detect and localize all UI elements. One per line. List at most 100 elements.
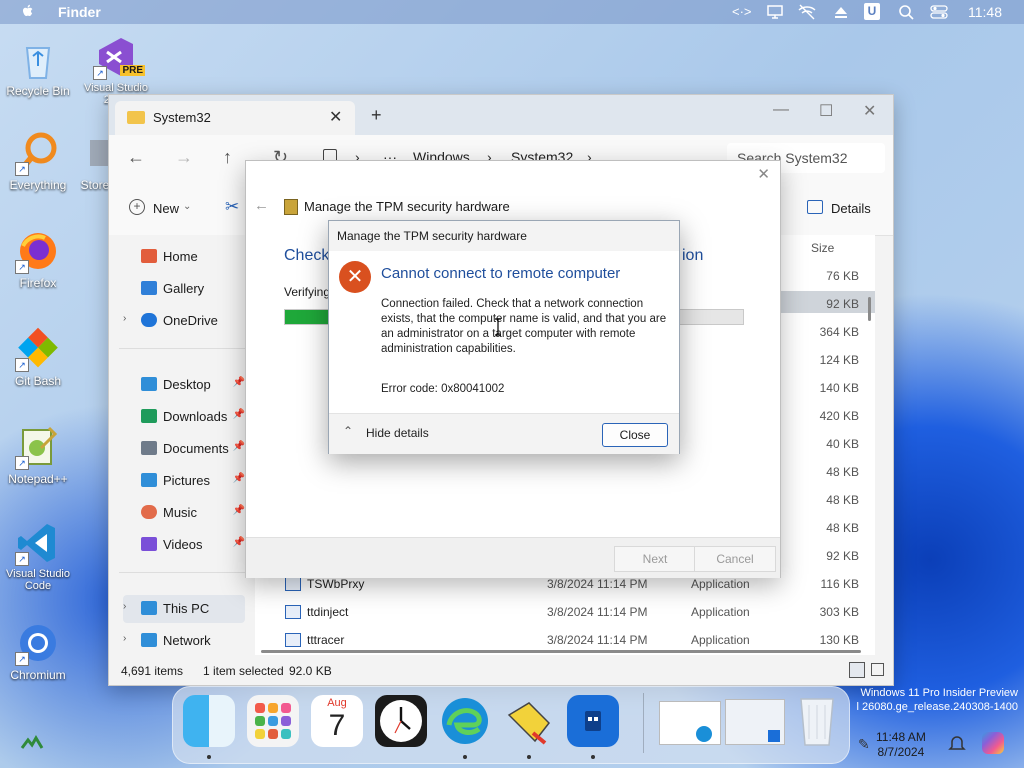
calendar-icon[interactable]: Aug 7 — [311, 695, 363, 747]
close-icon[interactable]: ✕ — [757, 165, 770, 183]
tiles-view-icon[interactable] — [871, 663, 884, 676]
application-icon — [285, 605, 301, 619]
menu-bar-clock[interactable]: 11:48 — [968, 4, 1002, 20]
sidebar-item-gallery[interactable]: Gallery — [123, 275, 245, 303]
pin-icon[interactable]: 📌 — [233, 537, 245, 548]
chevron-right-icon[interactable]: › — [123, 601, 126, 612]
new-icon[interactable]: + — [129, 199, 145, 215]
code-arrows-icon[interactable]: <·> — [732, 4, 752, 20]
apple-icon[interactable] — [20, 3, 36, 19]
chevron-down-icon[interactable]: ⌄ — [183, 201, 191, 212]
table-row[interactable]: ttdinject 3/8/2024 11:14 PM Application … — [285, 599, 875, 627]
display-icon[interactable] — [766, 4, 784, 20]
pin-icon[interactable]: 📌 — [233, 409, 245, 420]
user-icon[interactable]: U — [864, 3, 880, 20]
wifi-off-icon[interactable] — [798, 4, 816, 20]
sidebar-item-videos[interactable]: Videos 📌 — [123, 531, 245, 559]
desktop-icon-recycle-bin[interactable]: Recycle Bin — [0, 36, 76, 98]
active-app-name[interactable]: Finder — [58, 4, 101, 20]
focus-assist-icon[interactable]: ✎ — [858, 736, 870, 753]
desktop-icon-label: Chromium — [10, 668, 66, 682]
new-tab-icon[interactable]: + — [371, 105, 382, 126]
chevron-up-icon[interactable]: ⌃ — [343, 424, 353, 438]
windows-store-icon[interactable] — [567, 695, 619, 747]
details-button[interactable]: Details — [831, 201, 871, 216]
tab-system32[interactable]: System32 ✕ — [115, 101, 355, 135]
pin-icon[interactable]: 📌 — [233, 473, 245, 484]
launchpad-icon[interactable] — [247, 695, 299, 747]
clock-icon[interactable] — [375, 695, 427, 747]
error-code: Error code: 0x80041002 — [381, 383, 505, 395]
visual-studio-icon: PRE ↗ — [93, 34, 145, 80]
up-icon[interactable]: ↑ — [223, 147, 232, 168]
pointer-app-icon[interactable] — [503, 695, 555, 747]
back-icon[interactable]: ← — [127, 147, 145, 168]
desktop-icon-git-bash[interactable]: ↗ Git Bash — [0, 326, 76, 388]
window-thumbnail-icon[interactable] — [725, 699, 785, 745]
desktop-icon-label: Recycle Bin — [6, 84, 70, 98]
vertical-scrollbar[interactable] — [868, 297, 871, 321]
pre-badge: PRE — [120, 65, 145, 76]
close-button[interactable]: Close — [602, 423, 668, 447]
pin-icon[interactable]: 📌 — [233, 441, 245, 452]
chevron-right-icon[interactable]: › — [123, 313, 126, 324]
finder-icon[interactable] — [183, 695, 235, 747]
close-window-icon[interactable]: ✕ — [863, 101, 876, 121]
taskbar-clock[interactable]: 11:48 AM 8/7/2024 — [876, 730, 926, 760]
edge-window-thumbnail-icon[interactable] — [659, 701, 721, 745]
details-pane-icon[interactable] — [807, 200, 823, 214]
desktop-icon-everything[interactable]: ↗ Everything — [0, 130, 76, 192]
desktop-icon-store[interactable]: Store — [80, 130, 110, 192]
home-icon — [141, 249, 157, 263]
error-dialog[interactable]: Manage the TPM security hardware ✕ Canno… — [328, 220, 680, 454]
maximize-icon[interactable]: ☐ — [819, 101, 833, 121]
minimize-icon[interactable]: — — [773, 101, 789, 119]
desktop-icon-label: Notepad++ — [8, 472, 68, 486]
dialog-title: Manage the TPM security hardware — [337, 229, 527, 243]
edge-icon[interactable] — [439, 695, 491, 747]
cancel-button[interactable]: Cancel — [694, 546, 776, 572]
desktop-icon-label: Store — [80, 178, 110, 192]
desktop-icon-firefox[interactable]: ↗ Firefox — [0, 228, 76, 290]
copilot-icon[interactable] — [982, 732, 1004, 754]
back-icon[interactable]: ← — [254, 197, 269, 214]
dialog-footer: ⌃ Hide details Close — [329, 413, 679, 454]
sidebar-item-downloads[interactable]: Downloads 📌 — [123, 403, 245, 431]
error-heading: Cannot connect to remote computer — [381, 265, 621, 282]
widgets-icon[interactable] — [20, 734, 44, 752]
notification-bell-icon[interactable] — [948, 734, 966, 752]
sidebar-item-this-pc[interactable]: › This PC — [123, 595, 245, 623]
calendar-month: Aug — [327, 697, 347, 709]
pin-icon[interactable]: 📌 — [233, 505, 245, 516]
hide-details-button[interactable]: Hide details — [366, 426, 429, 440]
cut-icon[interactable]: ✂ — [225, 197, 239, 217]
desktop-icon-vscode[interactable]: ↗ Visual Studio Code — [0, 520, 76, 592]
size-cell: 140 KB — [819, 381, 859, 395]
column-header-size[interactable]: Size — [811, 241, 834, 255]
details-view-icon[interactable] — [849, 662, 865, 678]
next-button[interactable]: Next — [614, 546, 696, 572]
desktop-icon-notepadpp[interactable]: ↗ Notepad++ — [0, 424, 76, 486]
size-cell: 92 KB — [826, 549, 859, 563]
size-cell: 92 KB — [826, 297, 859, 311]
sidebar-item-onedrive[interactable]: › OneDrive — [123, 307, 245, 335]
sidebar-item-desktop[interactable]: Desktop 📌 — [123, 371, 245, 399]
eject-icon[interactable] — [832, 4, 850, 20]
sidebar-item-music[interactable]: Music 📌 — [123, 499, 245, 527]
sidebar-item-home[interactable]: Home — [123, 243, 245, 271]
desktop-icon-chromium[interactable]: ↗ Chromium — [0, 620, 76, 682]
size-cell: 48 KB — [826, 521, 859, 535]
new-button[interactable]: New — [153, 201, 179, 216]
pin-icon[interactable]: 📌 — [233, 377, 245, 388]
trash-icon[interactable] — [795, 693, 839, 749]
chevron-right-icon[interactable]: › — [123, 633, 126, 644]
close-tab-icon[interactable]: ✕ — [329, 107, 342, 127]
tpm-chip-icon — [284, 199, 298, 215]
sidebar-item-pictures[interactable]: Pictures 📌 — [123, 467, 245, 495]
sidebar-item-documents[interactable]: Documents 📌 — [123, 435, 245, 463]
sidebar-item-network[interactable]: › Network — [123, 627, 245, 655]
forward-icon[interactable]: → — [175, 147, 193, 168]
horizontal-scrollbar[interactable] — [261, 650, 861, 653]
search-icon[interactable] — [898, 4, 916, 20]
control-center-icon[interactable] — [930, 4, 948, 20]
